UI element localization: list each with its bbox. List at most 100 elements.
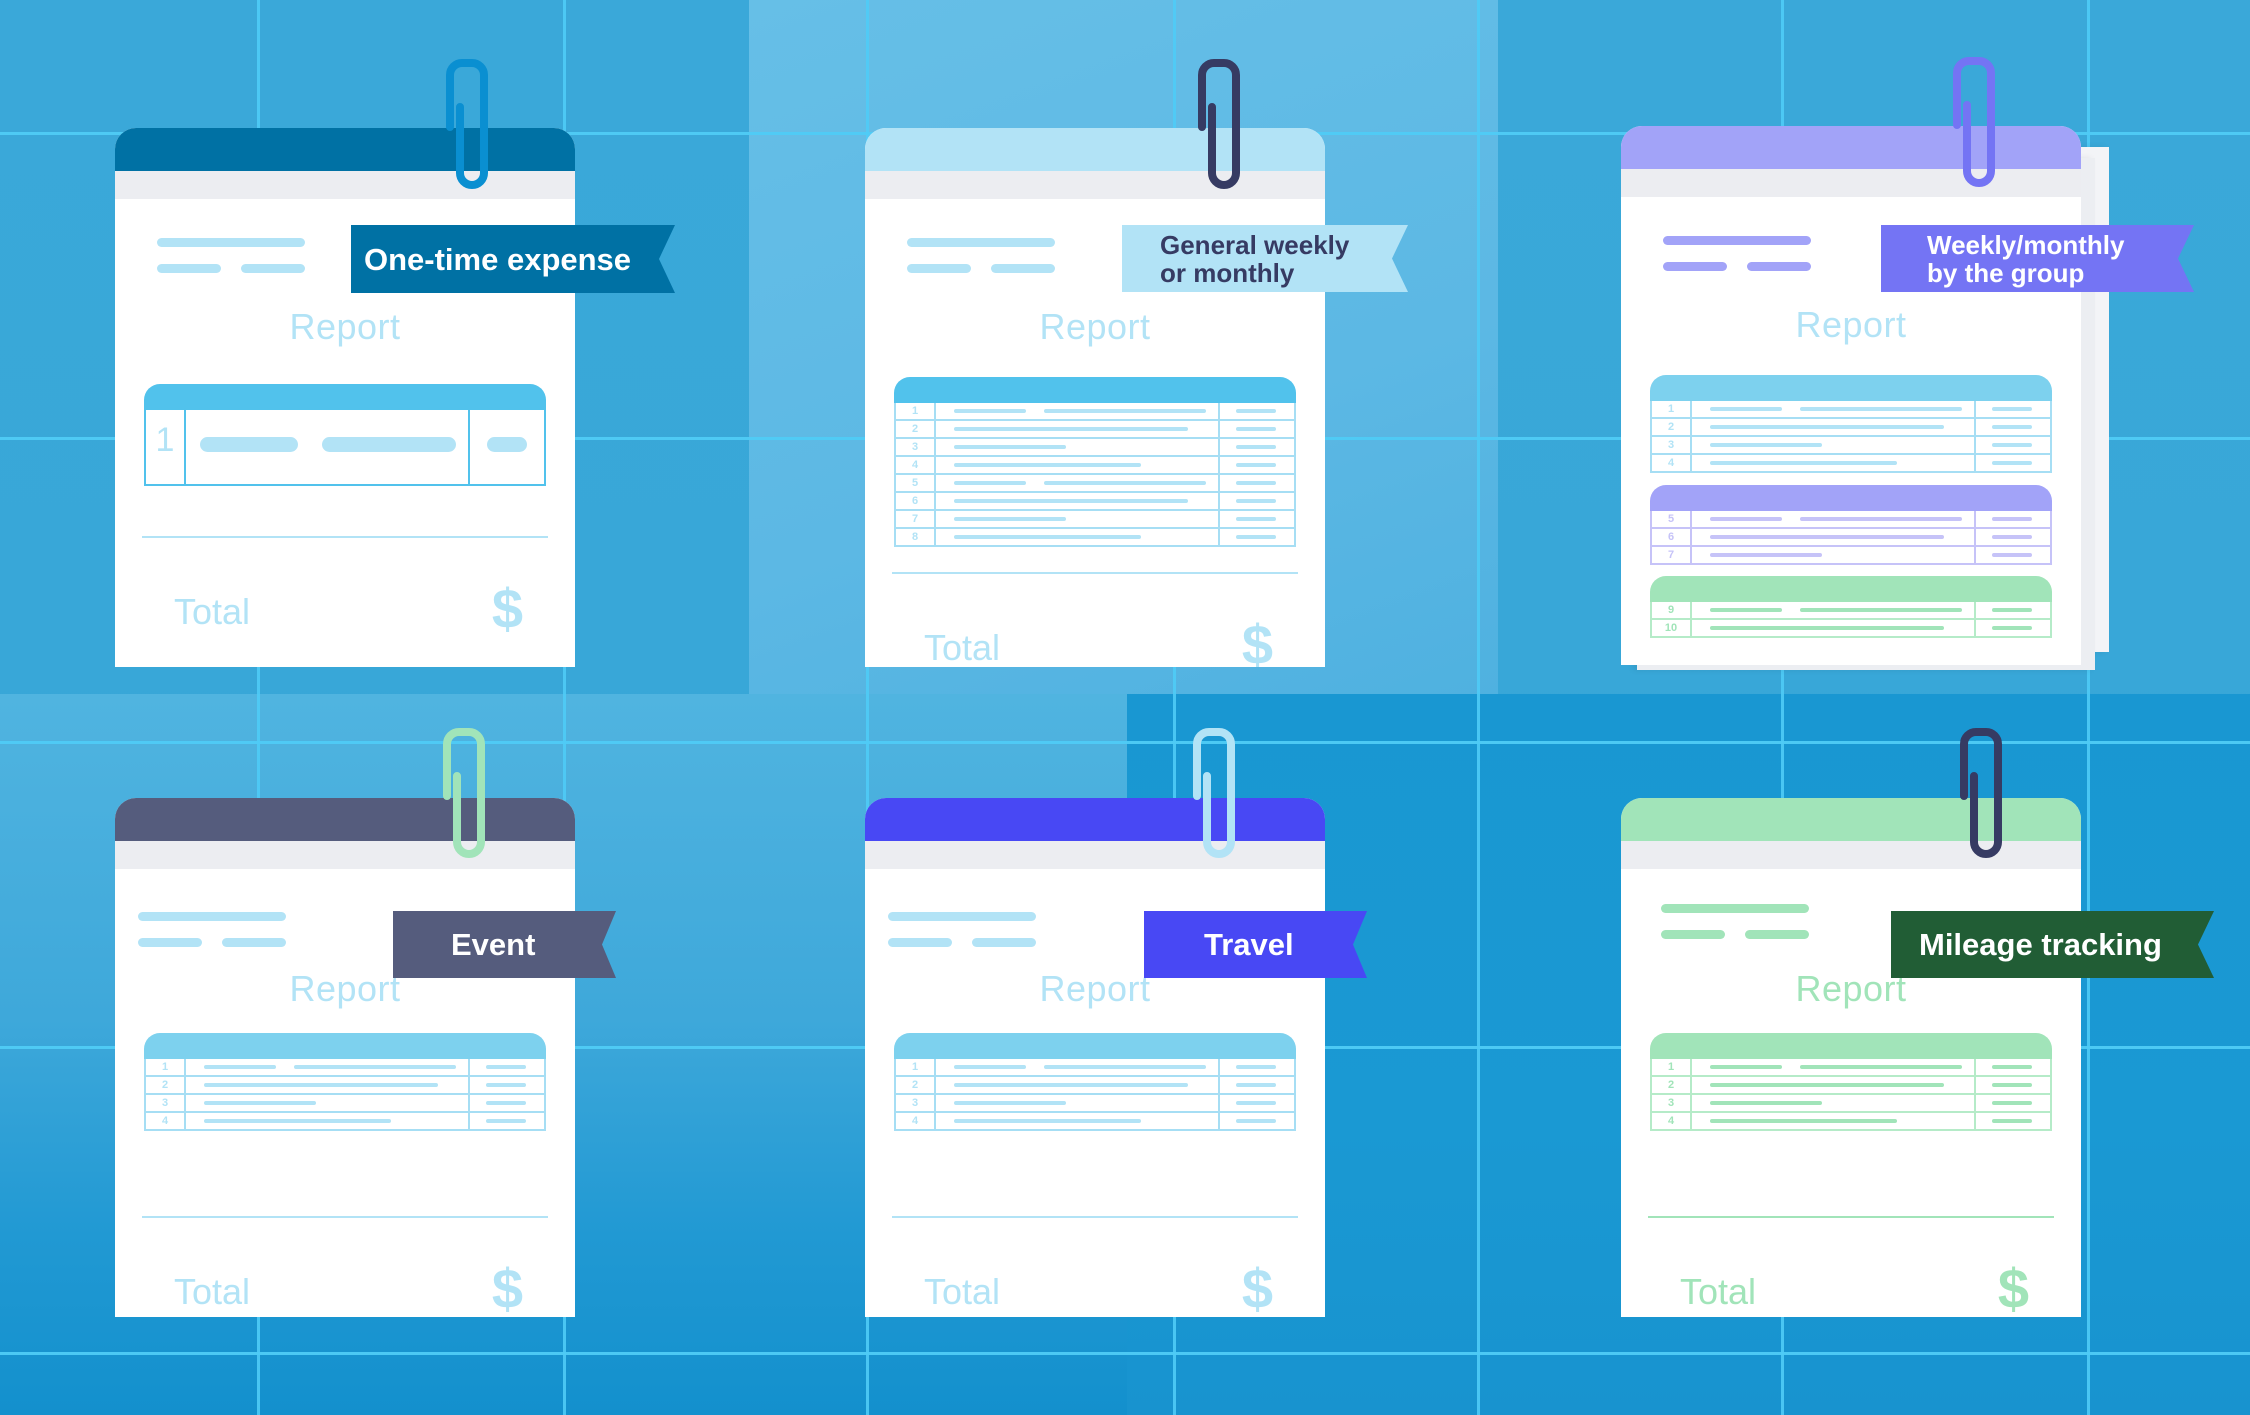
row-number: 4 <box>896 1113 936 1129</box>
row-number: 5 <box>1652 511 1692 527</box>
amount-placeholder <box>1992 1101 2032 1105</box>
table-row: 2 <box>1650 1077 2052 1095</box>
report-title: Report <box>289 306 401 347</box>
amount-placeholder <box>1992 407 2032 411</box>
report-card[interactable]: Report 1 2 3 4 5 6 7 9 10 <box>1621 126 2109 670</box>
category-label-line: or monthly <box>1160 257 1295 288</box>
row-description-placeholder <box>1710 1083 1944 1087</box>
amount-cell <box>1974 602 2050 618</box>
dollar-icon: $ <box>1241 1257 1273 1317</box>
table-row: 4 <box>894 457 1296 475</box>
amount-cell <box>1218 1113 1294 1129</box>
row-description-placeholder <box>1800 517 1962 521</box>
placeholder-line <box>907 238 1055 247</box>
amount-cell <box>1218 457 1294 473</box>
table-row: 7 <box>1650 547 2052 565</box>
category-label[interactable]: One-time expense <box>351 225 675 293</box>
amount-cell <box>1218 403 1294 419</box>
paperclip-icon <box>1190 55 1250 190</box>
amount-cell <box>1218 475 1294 491</box>
row-description-placeholder <box>204 1101 316 1105</box>
paperclip-icon <box>1185 724 1245 859</box>
amount-placeholder <box>1236 1065 1276 1069</box>
table-row: 10 <box>1650 620 2052 638</box>
amount-placeholder <box>1236 1119 1276 1123</box>
report-card[interactable]: Report 1 Total $ <box>115 128 575 667</box>
amount-cell <box>1974 1059 2050 1075</box>
paperclip-icon <box>1952 724 2012 859</box>
amount-cell <box>1974 1077 2050 1093</box>
placeholder-line <box>241 264 305 273</box>
amount-placeholder <box>1236 1101 1276 1105</box>
table-row: 4 <box>144 1113 546 1131</box>
amount-cell <box>468 1095 544 1111</box>
report-sheet: Report 1 2 3 4 Total $ <box>865 798 1325 1317</box>
amount-cell <box>468 1113 544 1129</box>
report-table: 1 2 3 4 5 6 7 8 <box>894 377 1296 547</box>
total-label: Total <box>174 1271 251 1312</box>
category-label-text: Travel <box>1204 927 1294 962</box>
table-row: 1 <box>894 1059 1296 1077</box>
table-row: 3 <box>144 1095 546 1113</box>
amount-cell <box>1974 620 2050 636</box>
row-number: 2 <box>896 1077 936 1093</box>
row-number: 6 <box>896 493 936 509</box>
row-description-placeholder <box>954 535 1141 539</box>
card-header-bar <box>865 128 1325 171</box>
category-label[interactable]: Weekly/monthly by the group <box>1881 225 2194 292</box>
category-label[interactable]: General weekly or monthly <box>1122 225 1408 292</box>
row-number: 6 <box>1652 529 1692 545</box>
row-description-placeholder <box>1710 407 1782 411</box>
report-card[interactable]: Report 1 2 3 4 Total $ <box>115 798 575 1317</box>
amount-placeholder <box>486 1101 526 1105</box>
category-label[interactable]: Event <box>393 911 616 978</box>
amount-cell <box>1218 529 1294 545</box>
report-card[interactable]: Report 1 2 3 4 Total $ <box>1621 798 2081 1317</box>
amount-cell <box>1974 547 2050 563</box>
table-row: 1 <box>144 1059 546 1077</box>
row-description-placeholder <box>1044 1065 1206 1069</box>
grid-line <box>0 741 2250 744</box>
table-row: 1 <box>1650 401 2052 419</box>
table-row: 4 <box>1650 1113 2052 1131</box>
row-description-placeholder <box>954 427 1188 431</box>
amount-placeholder <box>487 437 527 452</box>
report-card[interactable]: Report 1 2 3 4 5 6 7 8 Total $ <box>865 128 1325 667</box>
grid-line <box>0 1352 2250 1355</box>
placeholder-line <box>907 264 971 273</box>
amount-cell <box>1218 1095 1294 1111</box>
amount-placeholder <box>1236 1083 1276 1087</box>
row-number: 1 <box>146 410 186 484</box>
table-row: 3 <box>894 439 1296 457</box>
paperclip-icon <box>1945 53 2005 188</box>
amount-cell <box>468 1077 544 1093</box>
total-label: Total <box>924 627 1001 667</box>
row-description-placeholder <box>954 1065 1026 1069</box>
row-number: 7 <box>1652 547 1692 563</box>
category-label-text: General weekly or monthly <box>1160 232 1349 286</box>
row-number: 2 <box>896 421 936 437</box>
dollar-icon: $ <box>491 1257 523 1317</box>
row-description-placeholder <box>322 437 456 452</box>
amount-placeholder <box>1236 481 1276 485</box>
row-number: 1 <box>1652 401 1692 417</box>
row-number: 8 <box>896 529 936 545</box>
amount-placeholder <box>1992 626 2032 630</box>
category-label-line: by the group <box>1927 257 2085 288</box>
row-number: 10 <box>1652 620 1692 636</box>
amount-placeholder <box>486 1119 526 1123</box>
category-label-line: Weekly/monthly <box>1927 229 2125 260</box>
amount-placeholder <box>486 1083 526 1087</box>
card-header-bar <box>1621 798 2081 841</box>
row-description-placeholder <box>1710 608 1782 612</box>
category-label[interactable]: Mileage tracking <box>1891 911 2214 978</box>
total-divider <box>142 536 548 538</box>
table-row: 9 <box>1650 602 2052 620</box>
row-number: 1 <box>896 1059 936 1075</box>
amount-cell <box>1218 1059 1294 1075</box>
report-table-group: 1 2 3 4 <box>1650 375 2052 473</box>
amount-cell <box>1974 437 2050 453</box>
category-label[interactable]: Travel <box>1144 911 1367 978</box>
paperclip-icon <box>435 724 495 859</box>
report-card[interactable]: Report 1 2 3 4 Total $ <box>865 798 1325 1317</box>
